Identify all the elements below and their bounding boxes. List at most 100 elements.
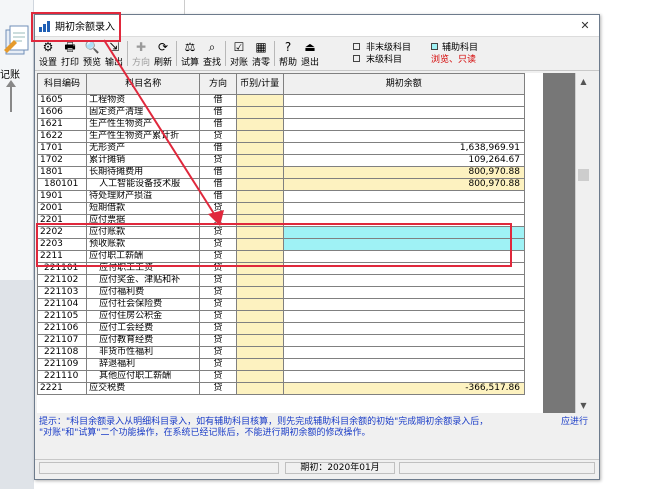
cell-direction[interactable]: 贷 xyxy=(199,310,237,323)
cell-opening-balance[interactable] xyxy=(282,190,526,203)
cell-opening-balance[interactable] xyxy=(282,118,526,131)
cell-direction[interactable]: 贷 xyxy=(199,322,237,335)
cell-currency[interactable] xyxy=(235,142,284,155)
cell-account-name[interactable]: 辞退福利 xyxy=(86,358,201,371)
cell-direction[interactable]: 贷 xyxy=(199,286,237,299)
cell-account-code[interactable]: 2001 xyxy=(37,202,88,215)
cell-opening-balance[interactable]: 1,638,969.91 xyxy=(282,142,526,155)
cell-direction[interactable]: 贷 xyxy=(199,298,237,311)
cell-account-code[interactable]: 221107 xyxy=(37,334,88,347)
cell-opening-balance[interactable] xyxy=(282,322,526,335)
cell-currency[interactable] xyxy=(235,190,284,203)
table-row[interactable]: 221110 其他应付职工薪酬贷 xyxy=(37,370,526,383)
cell-currency[interactable] xyxy=(235,382,284,395)
cell-opening-balance[interactable]: 800,970.88 xyxy=(282,166,526,179)
cell-opening-balance[interactable] xyxy=(282,94,526,107)
cell-opening-balance[interactable] xyxy=(282,202,526,215)
cell-account-name[interactable]: 应付福利费 xyxy=(86,286,201,299)
header-opening-balance[interactable]: 期初余额 xyxy=(282,73,526,95)
cell-account-code[interactable]: 221110 xyxy=(37,370,88,383)
cell-opening-balance[interactable] xyxy=(282,346,526,359)
table-row[interactable]: 221104 应付社会保险费贷 xyxy=(37,298,526,311)
toolbar-button-exit[interactable]: ⏏ 退出 xyxy=(299,37,321,70)
cell-opening-balance[interactable] xyxy=(282,274,526,287)
cell-account-name[interactable]: 应付住房公积金 xyxy=(86,310,201,323)
table-row[interactable]: 221109 辞退福利贷 xyxy=(37,358,526,371)
cell-account-code[interactable]: 221108 xyxy=(37,346,88,359)
cell-account-code[interactable]: 1901 xyxy=(37,190,88,203)
cell-currency[interactable] xyxy=(235,130,284,143)
cell-currency[interactable] xyxy=(235,154,284,167)
cell-account-name[interactable]: 应交税费 xyxy=(86,382,201,395)
cell-opening-balance[interactable] xyxy=(282,358,526,371)
cell-account-code[interactable]: 180101 xyxy=(37,178,88,191)
table-row[interactable]: 221102 应付奖金、津贴和补贷 xyxy=(37,274,526,287)
cell-currency[interactable] xyxy=(235,202,284,215)
cell-opening-balance[interactable] xyxy=(282,106,526,119)
cell-currency[interactable] xyxy=(235,106,284,119)
close-button[interactable]: ✕ xyxy=(571,16,599,36)
cell-direction[interactable]: 贷 xyxy=(199,382,237,395)
cell-account-code[interactable]: 1605 xyxy=(37,94,88,107)
header-code[interactable]: 科目编码 xyxy=(37,73,88,95)
toolbar-button-clear-zero[interactable]: ▦ 清零 xyxy=(250,37,272,70)
cell-currency[interactable] xyxy=(235,370,284,383)
table-row[interactable]: 221105 应付住房公积金贷 xyxy=(37,310,526,323)
cell-currency[interactable] xyxy=(235,118,284,131)
cell-opening-balance[interactable] xyxy=(282,334,526,347)
cell-account-code[interactable]: 1801 xyxy=(37,166,88,179)
table-row[interactable]: 221108 非货币性福利贷 xyxy=(37,346,526,359)
cell-currency[interactable] xyxy=(235,322,284,335)
cell-currency[interactable] xyxy=(235,286,284,299)
cell-currency[interactable] xyxy=(235,358,284,371)
scroll-up-icon[interactable]: ▲ xyxy=(576,73,591,89)
table-row[interactable]: 221107 应付教育经费贷 xyxy=(37,334,526,347)
cell-account-code[interactable]: 221104 xyxy=(37,298,88,311)
cell-currency[interactable] xyxy=(235,178,284,191)
cell-account-code[interactable]: 2221 xyxy=(37,382,88,395)
scroll-down-icon[interactable]: ▼ xyxy=(576,397,591,413)
toolbar-button-reconcile[interactable]: ☑ 对账 xyxy=(228,37,250,70)
cell-opening-balance[interactable]: 800,970.88 xyxy=(282,178,526,191)
sidebar-label-bookkeeping[interactable]: 记账 xyxy=(0,66,20,81)
table-row[interactable]: 221103 应付福利费贷 xyxy=(37,286,526,299)
cell-account-code[interactable]: 221106 xyxy=(37,322,88,335)
cell-currency[interactable] xyxy=(235,274,284,287)
cell-opening-balance[interactable]: -366,517.86 xyxy=(282,382,526,395)
cell-currency[interactable] xyxy=(235,298,284,311)
toolbar-button-help[interactable]: ? 帮助 xyxy=(277,37,299,70)
table-row[interactable]: 221106 应付工会经费贷 xyxy=(37,322,526,335)
cell-account-code[interactable]: 221102 xyxy=(37,274,88,287)
cell-currency[interactable] xyxy=(235,310,284,323)
cell-account-name[interactable]: 非货币性福利 xyxy=(86,346,201,359)
cell-account-name[interactable]: 应付教育经费 xyxy=(86,334,201,347)
cell-account-name[interactable]: 应付奖金、津贴和补 xyxy=(86,274,201,287)
cell-direction[interactable]: 贷 xyxy=(199,334,237,347)
cell-opening-balance[interactable] xyxy=(282,370,526,383)
cell-direction[interactable]: 贷 xyxy=(199,346,237,359)
cell-currency[interactable] xyxy=(235,166,284,179)
cell-direction[interactable]: 贷 xyxy=(199,370,237,383)
cell-direction[interactable]: 贷 xyxy=(199,358,237,371)
cell-account-code[interactable]: 221109 xyxy=(37,358,88,371)
cell-account-code[interactable]: 1622 xyxy=(37,130,88,143)
cell-account-code[interactable]: 221105 xyxy=(37,310,88,323)
header-currency[interactable]: 币别/计量 xyxy=(235,73,284,95)
cell-currency[interactable] xyxy=(235,346,284,359)
table-row[interactable]: 2221 应交税费贷 -366,517.86 xyxy=(37,382,526,395)
scroll-thumb[interactable] xyxy=(578,169,589,181)
cell-account-name[interactable]: 其他应付职工薪酬 xyxy=(86,370,201,383)
cell-account-code[interactable]: 221103 xyxy=(37,286,88,299)
cell-direction[interactable]: 贷 xyxy=(199,274,237,287)
cell-opening-balance[interactable] xyxy=(282,298,526,311)
cell-opening-balance[interactable] xyxy=(282,310,526,323)
cell-currency[interactable] xyxy=(235,94,284,107)
vertical-scrollbar[interactable]: ▲ ▼ xyxy=(575,73,591,413)
cell-opening-balance[interactable]: 109,264.67 xyxy=(282,154,526,167)
cell-account-name[interactable]: 应付工会经费 xyxy=(86,322,201,335)
cell-account-code[interactable]: 1701 xyxy=(37,142,88,155)
cell-account-code[interactable]: 1621 xyxy=(37,118,88,131)
cell-account-code[interactable]: 1606 xyxy=(37,106,88,119)
cell-opening-balance[interactable] xyxy=(282,130,526,143)
cell-account-code[interactable]: 1702 xyxy=(37,154,88,167)
